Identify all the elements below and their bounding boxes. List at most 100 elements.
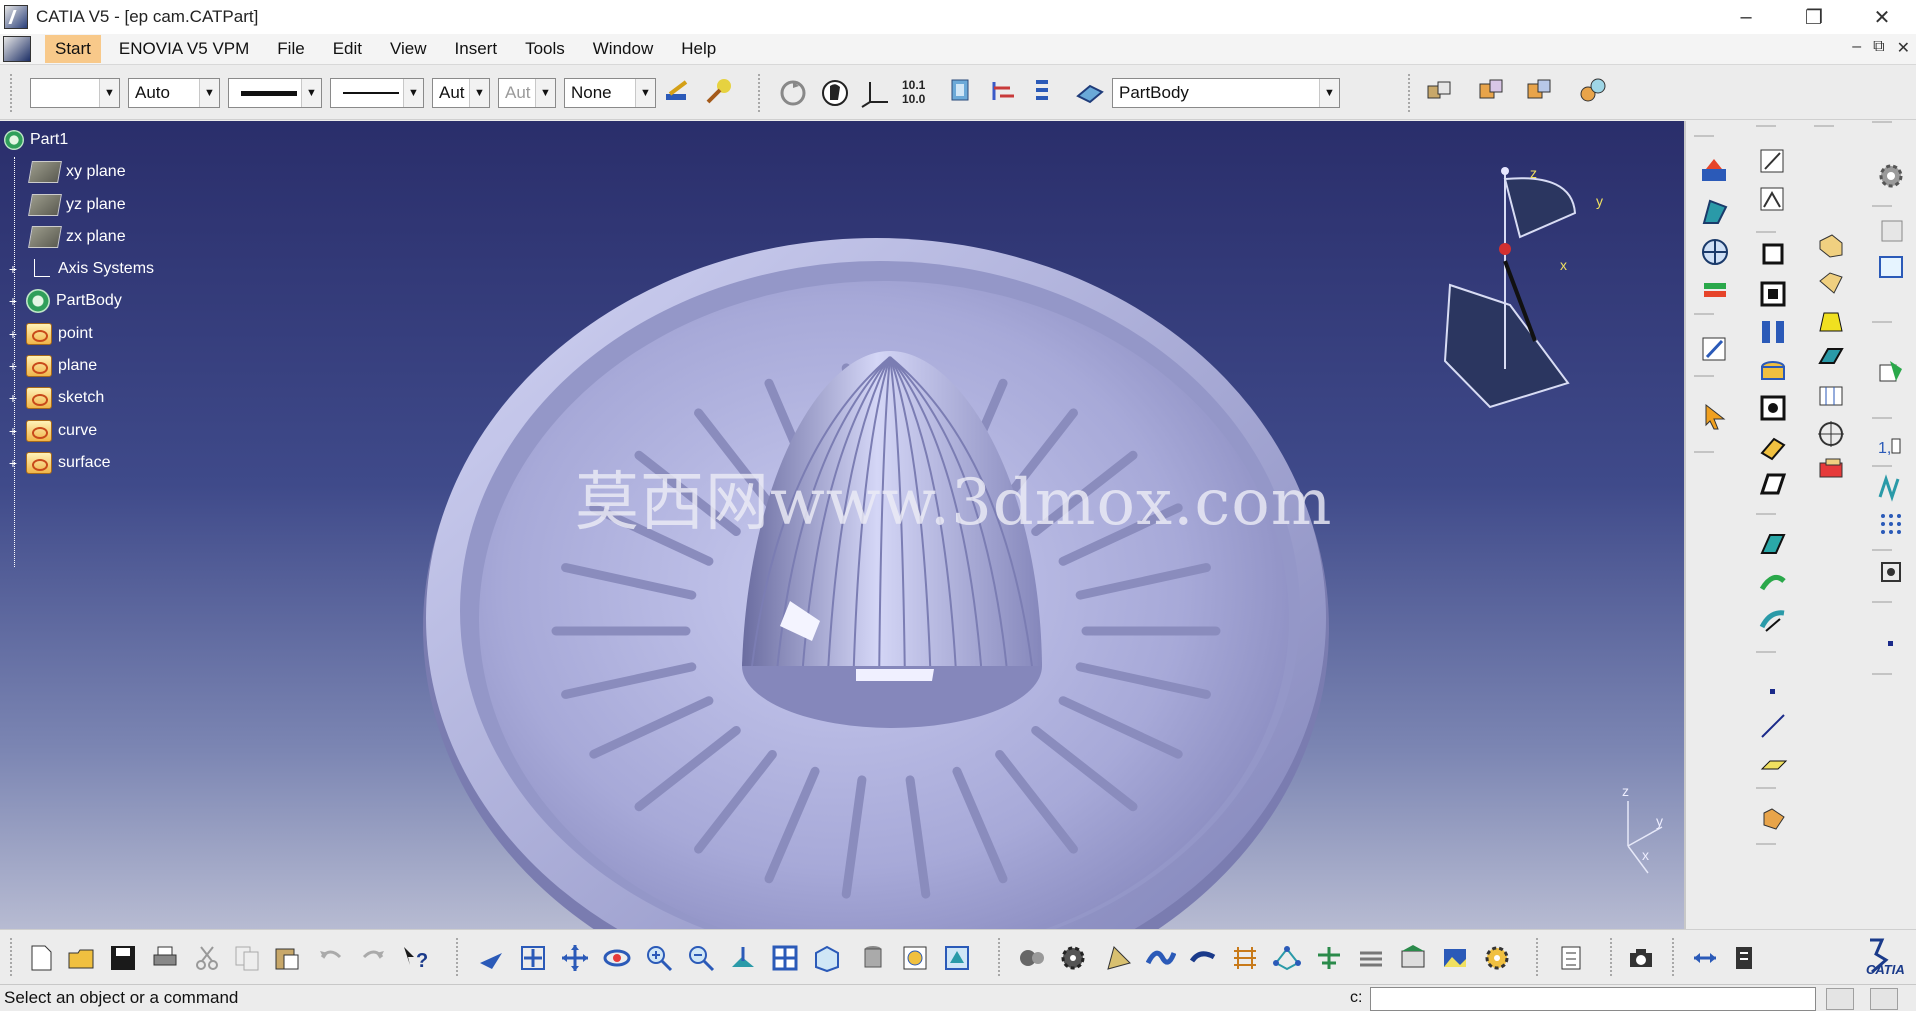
- analysis-icon[interactable]: [1016, 943, 1046, 973]
- chevron-down-icon[interactable]: ▼: [301, 79, 321, 107]
- measure-between-icon[interactable]: [1690, 943, 1720, 973]
- sketcher-icon[interactable]: [1700, 335, 1730, 365]
- mirror-icon[interactable]: [1816, 419, 1846, 449]
- constraint-tool-icon[interactable]: [1876, 473, 1906, 503]
- toolbar-grip[interactable]: [1610, 938, 1614, 976]
- measure-item-icon[interactable]: [1730, 943, 1760, 973]
- line-type-combo[interactable]: ▼: [330, 78, 424, 108]
- scan-parent-icon[interactable]: [1028, 76, 1058, 106]
- paste-icon[interactable]: [272, 943, 302, 973]
- dimension-icon[interactable]: 1,: [1876, 431, 1906, 461]
- chevron-down-icon[interactable]: ▼: [99, 79, 119, 107]
- isometric-view-icon[interactable]: [812, 943, 842, 973]
- compass-tool-icon[interactable]: [1104, 943, 1134, 973]
- control-points-icon[interactable]: [1272, 943, 1302, 973]
- tree-node-axis-systems[interactable]: + Axis Systems: [0, 256, 154, 282]
- tree-node-plane[interactable]: + plane: [0, 353, 97, 379]
- thickness-icon[interactable]: [1816, 381, 1846, 411]
- layers-icon[interactable]: [1356, 943, 1386, 973]
- revolve-icon[interactable]: [1758, 567, 1788, 597]
- pocket-icon[interactable]: [1758, 279, 1788, 309]
- menu-enovia[interactable]: ENOVIA V5 VPM: [109, 35, 259, 63]
- fit-all-icon[interactable]: [518, 943, 548, 973]
- view-mode-icon[interactable]: [1876, 215, 1906, 245]
- menu-edit[interactable]: Edit: [323, 35, 372, 63]
- format-painter-icon[interactable]: [662, 78, 692, 108]
- chevron-down-icon[interactable]: ▼: [403, 79, 423, 107]
- tree-node-partbody[interactable]: + PartBody: [0, 288, 122, 314]
- extrude-icon[interactable]: [1758, 529, 1788, 559]
- tree-node-curve[interactable]: + curve: [0, 418, 97, 444]
- expand-plus-icon[interactable]: +: [6, 424, 20, 438]
- save-icon[interactable]: [108, 943, 138, 973]
- settings-gear-icon[interactable]: [1876, 161, 1906, 191]
- chamfer-icon[interactable]: [1816, 267, 1846, 297]
- assembly-icon[interactable]: [1398, 943, 1428, 973]
- dot-icon[interactable]: [1876, 629, 1906, 659]
- chevron-down-icon[interactable]: ▼: [469, 79, 489, 107]
- toolbar-grip[interactable]: [456, 938, 460, 976]
- draft-icon[interactable]: [1816, 307, 1846, 337]
- shaft-icon[interactable]: [1758, 317, 1788, 347]
- multi-section-icon[interactable]: [1700, 197, 1730, 227]
- point-symbol-combo[interactable]: Aut ▼: [432, 78, 490, 108]
- toolbar-grip[interactable]: [10, 74, 14, 112]
- camera-icon[interactable]: [1626, 943, 1656, 973]
- menu-insert[interactable]: Insert: [445, 35, 508, 63]
- doc-restore-button[interactable]: ⧉: [1873, 38, 1884, 58]
- boolean-operations-icon[interactable]: [1758, 803, 1788, 833]
- gear-tool-icon[interactable]: [1058, 943, 1088, 973]
- compass-widget[interactable]: [1443, 167, 1577, 409]
- stacked-surfaces-icon[interactable]: [1700, 277, 1730, 307]
- menu-view[interactable]: View: [380, 35, 437, 63]
- remove-lump-icon[interactable]: [1578, 76, 1608, 106]
- line-thickness-combo[interactable]: ▼: [228, 78, 322, 108]
- tree-node-point[interactable]: + point: [0, 321, 93, 347]
- menu-tools[interactable]: Tools: [515, 35, 575, 63]
- boolean-assemble-icon[interactable]: [1476, 76, 1506, 106]
- fly-mode-icon[interactable]: [476, 943, 506, 973]
- pattern-icon[interactable]: [1816, 455, 1846, 485]
- work-object-combo[interactable]: PartBody ▼: [1112, 78, 1340, 108]
- slot-icon[interactable]: [1758, 469, 1788, 499]
- minimize-button[interactable]: –: [1712, 0, 1780, 34]
- zoom-in-icon[interactable]: [644, 943, 674, 973]
- image-capture-icon[interactable]: [1440, 943, 1470, 973]
- constraint-icon[interactable]: [820, 78, 850, 108]
- doc-minimize-button[interactable]: –: [1852, 38, 1861, 58]
- layer-combo[interactable]: None ▼: [564, 78, 656, 108]
- toolbar-grip[interactable]: [1408, 74, 1412, 112]
- expand-plus-icon[interactable]: +: [6, 456, 20, 470]
- shell-icon[interactable]: [1816, 343, 1846, 373]
- open-folder-icon[interactable]: [66, 943, 96, 973]
- toolbar-grip[interactable]: [10, 938, 14, 976]
- measure-icon[interactable]: 10.1 10.0: [900, 76, 930, 106]
- tree-node-surface[interactable]: + surface: [0, 450, 110, 476]
- menu-window[interactable]: Window: [583, 35, 663, 63]
- expand-plus-icon[interactable]: +: [6, 391, 20, 405]
- sweep-icon[interactable]: [1758, 605, 1788, 635]
- section-analysis-icon[interactable]: [1700, 237, 1730, 267]
- sketch-based-features-icon[interactable]: [1700, 157, 1730, 187]
- command-input[interactable]: [1370, 987, 1816, 1011]
- line-icon[interactable]: [1758, 711, 1788, 741]
- document-properties-icon[interactable]: [1556, 943, 1586, 973]
- normal-view-icon[interactable]: [728, 943, 758, 973]
- toolbar-grip[interactable]: [998, 938, 1002, 976]
- grid-icon[interactable]: [1876, 509, 1906, 539]
- catalog-browser-icon[interactable]: [1424, 76, 1454, 106]
- free-style-icon[interactable]: [1188, 943, 1218, 973]
- power-input-button[interactable]: [1870, 988, 1898, 1010]
- annotation-icon[interactable]: [1876, 357, 1906, 387]
- pan-icon[interactable]: [560, 943, 590, 973]
- 3d-viewport[interactable]: 莫西网www.3dmox.com z y x z y x Part1 xy pl…: [0, 121, 1684, 929]
- tree-node-zx-plane[interactable]: zx plane: [0, 224, 126, 250]
- multi-view-icon[interactable]: [770, 943, 800, 973]
- hide-show-icon[interactable]: [946, 76, 976, 106]
- graphic-properties-icon[interactable]: [704, 76, 734, 106]
- expand-plus-icon[interactable]: +: [6, 359, 20, 373]
- axis-system-icon[interactable]: [860, 78, 890, 108]
- rib-icon[interactable]: [1758, 431, 1788, 461]
- expand-plus-icon[interactable]: +: [6, 262, 20, 276]
- zoom-out-icon[interactable]: [686, 943, 716, 973]
